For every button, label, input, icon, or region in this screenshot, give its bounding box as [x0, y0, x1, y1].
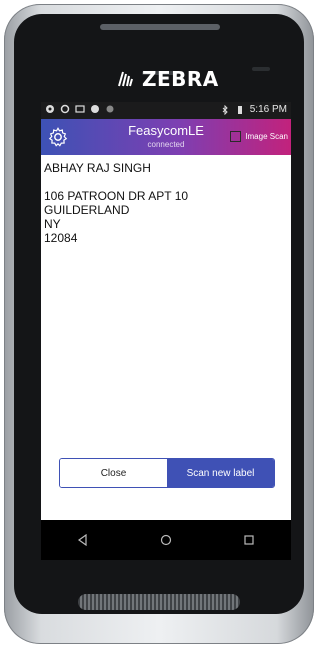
back-icon[interactable] — [76, 533, 90, 547]
proximity-sensor — [252, 67, 270, 71]
scan-new-label-button[interactable]: Scan new label — [167, 459, 274, 487]
image-scan-checkbox[interactable] — [230, 131, 242, 142]
recents-icon[interactable] — [242, 533, 256, 547]
image-scan-toggle[interactable]: Image Scan — [230, 131, 288, 142]
recipient-name: ABHAY RAJ SINGH — [44, 161, 151, 175]
sync-icon — [60, 104, 70, 114]
brand-logo: ZEBRA — [116, 66, 219, 92]
status-bar: 5:16 PM — [41, 102, 291, 119]
zip-code: 12084 — [44, 231, 78, 245]
brand-name: ZEBRA — [142, 67, 219, 91]
label-text: ABHAY RAJ SINGH 106 PATROON DR APT 10 GU… — [44, 161, 288, 245]
phone-screen: 5:16 PM FeasycomLE connected Image Scan … — [41, 102, 291, 560]
app-bar: FeasycomLE connected Image Scan — [41, 119, 291, 155]
android-nav-bar — [41, 520, 291, 560]
address-line: 106 PATROON DR APT 10 — [44, 189, 189, 203]
message-icon — [46, 105, 54, 113]
image-scan-label: Image Scan — [245, 132, 288, 141]
zebra-head-icon — [118, 71, 133, 87]
close-button[interactable]: Close — [60, 459, 167, 487]
dot-icon — [106, 105, 114, 113]
action-buttons: Close Scan new label — [59, 458, 275, 488]
device-top-slot — [100, 24, 220, 30]
state: NY — [44, 217, 61, 231]
city: GUILDERLAND — [44, 203, 130, 217]
bluetooth-icon — [222, 104, 228, 115]
notification-icons — [45, 104, 115, 114]
system-icons: 5:16 PM — [220, 104, 287, 115]
home-icon[interactable] — [159, 533, 173, 547]
battery-icon — [237, 105, 242, 114]
image-icon — [75, 105, 85, 113]
device-frame: ZEBRA 5:16 PM FeasycomLE connected Image… — [4, 4, 314, 644]
bottom-speaker-grille — [78, 594, 240, 610]
status-time: 5:16 PM — [249, 104, 287, 115]
chat-icon — [91, 105, 99, 113]
